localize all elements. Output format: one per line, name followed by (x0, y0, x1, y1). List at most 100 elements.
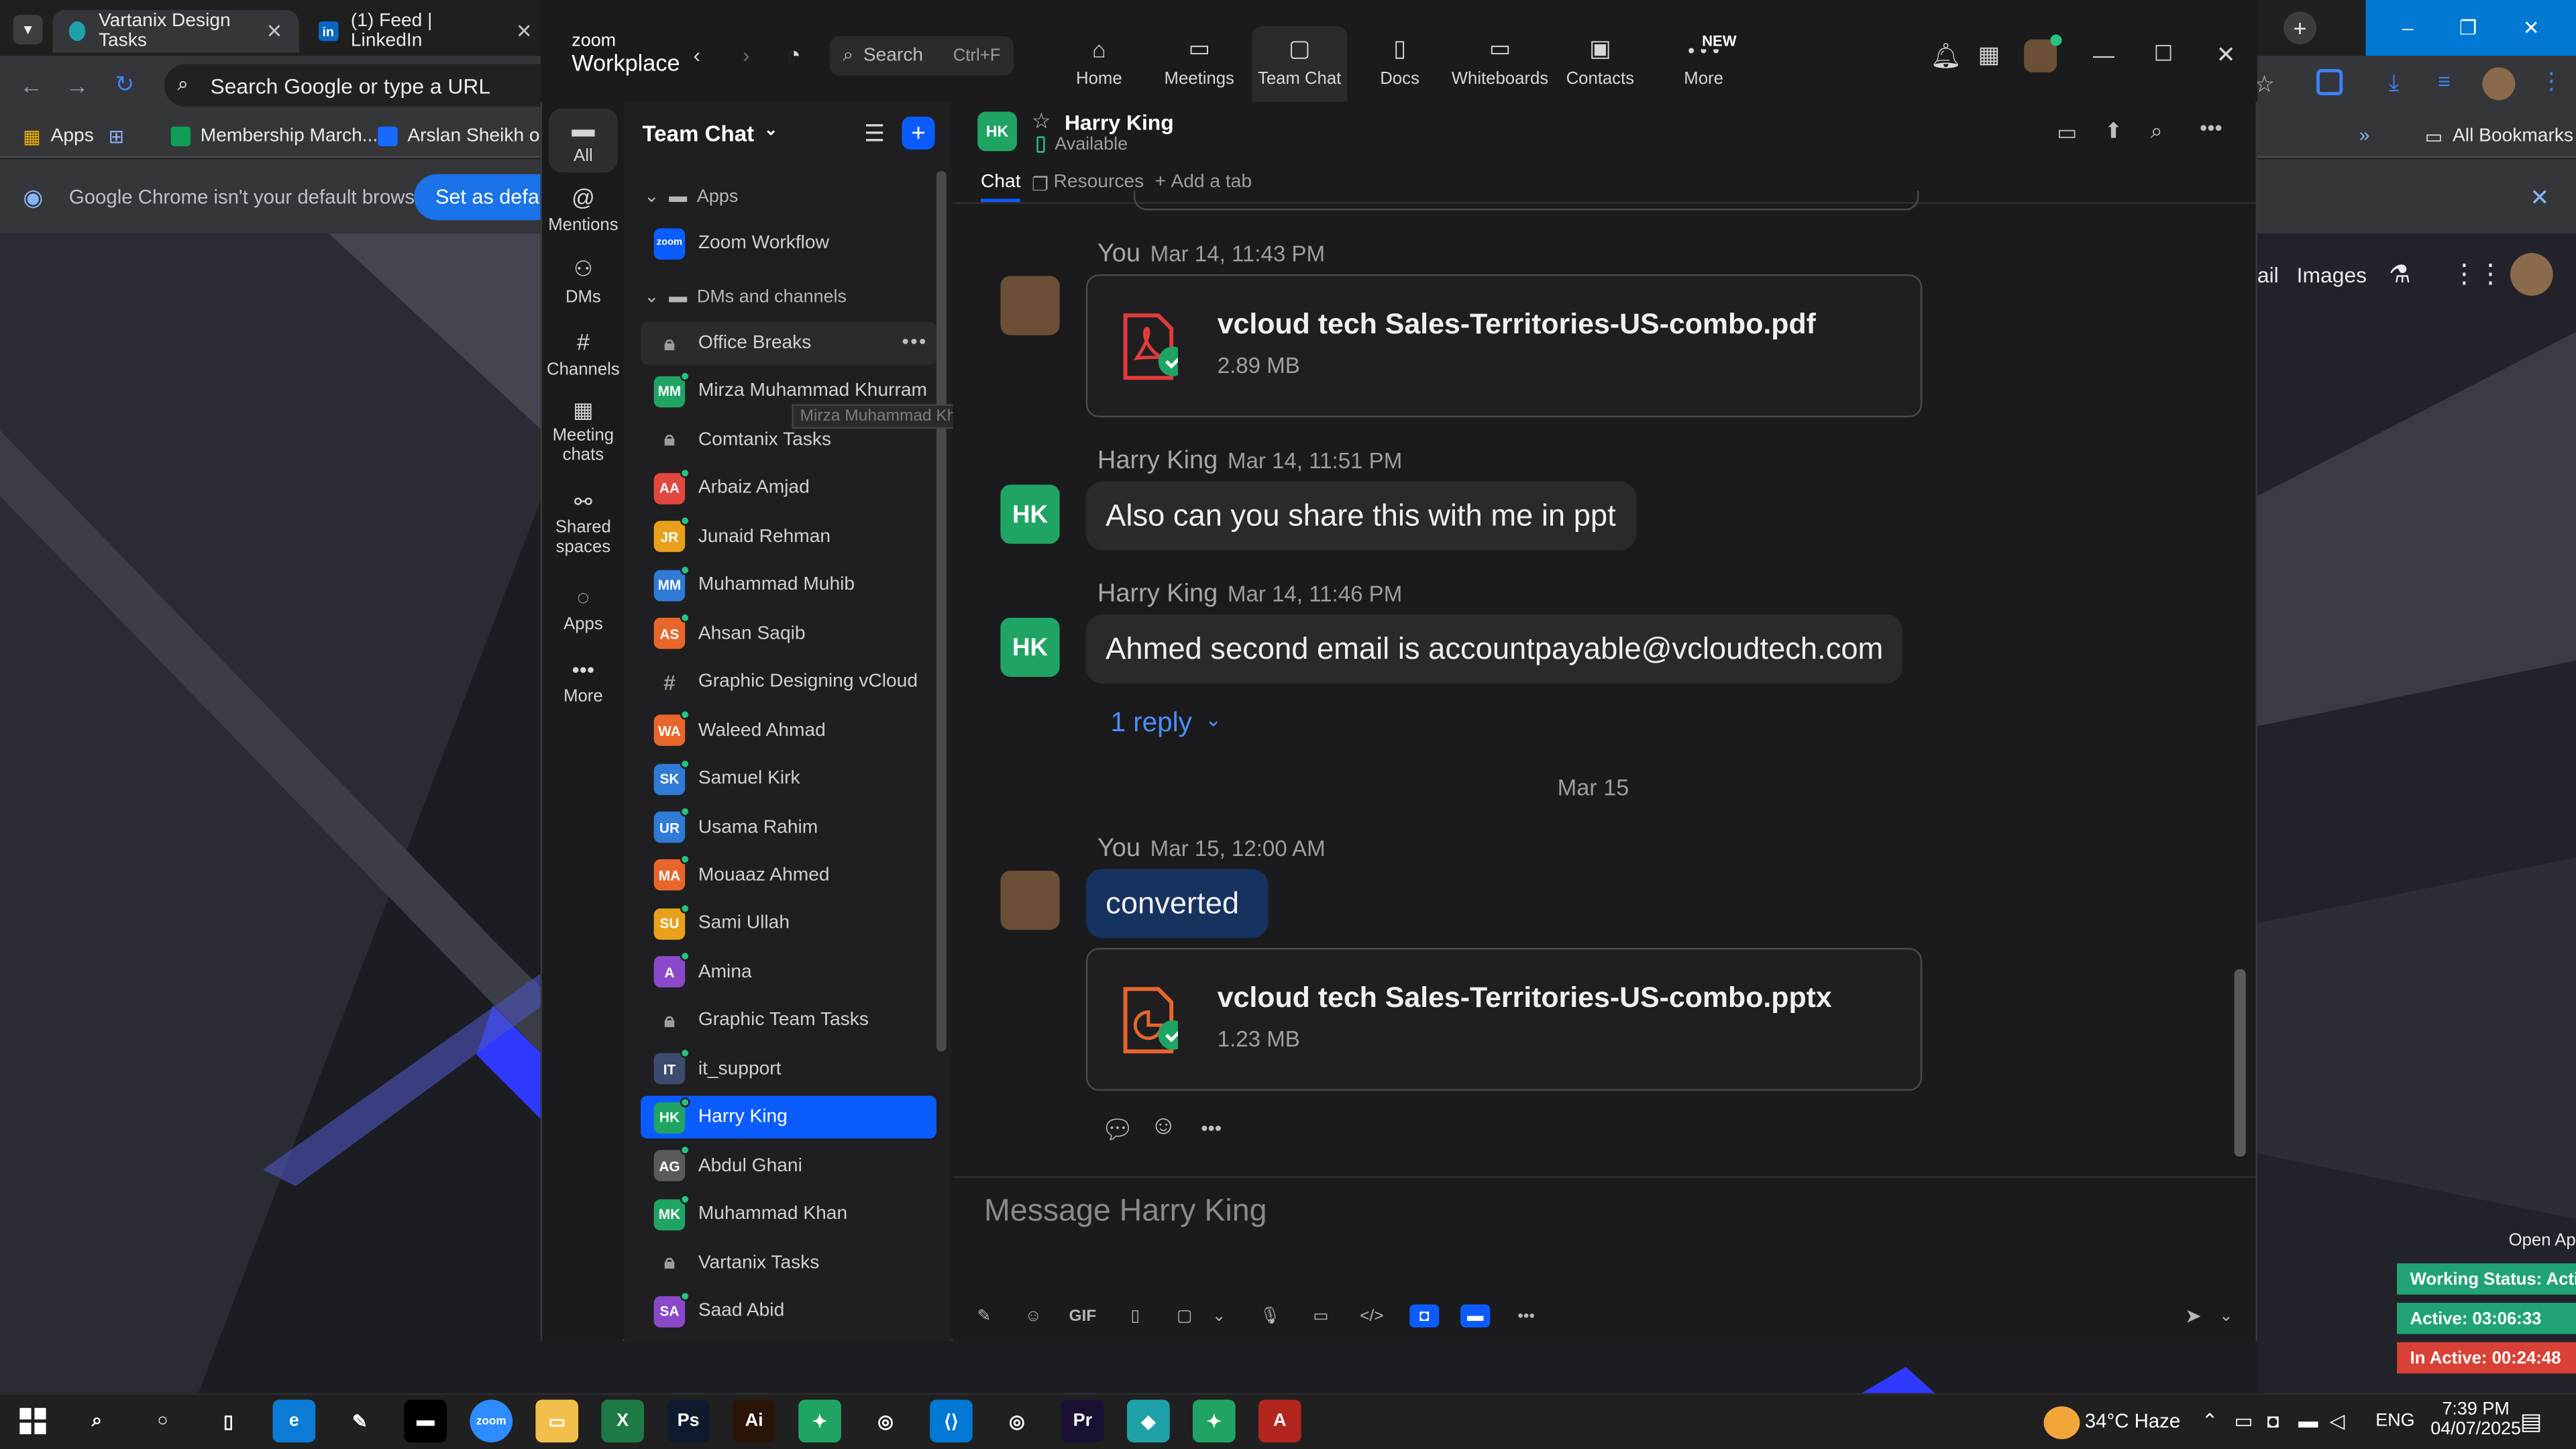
add-tab-button[interactable]: + Add a tab (1155, 172, 1252, 192)
nav-shared-spaces[interactable]: ⚯ Shared spaces (549, 491, 618, 557)
sidebar-item[interactable]: AA Arbaiz Amjad (641, 467, 936, 510)
chrome-window-controls[interactable]: – ❐ ✕ (2365, 0, 2576, 56)
minimize-icon[interactable]: — (2093, 43, 2114, 68)
message-bubble[interactable]: converted (1085, 869, 1269, 938)
more-options-icon[interactable]: ••• (1511, 1304, 1541, 1327)
microphone-icon[interactable]: 🎙︎ (1255, 1304, 1285, 1327)
terminal-icon[interactable]: ▬ (404, 1399, 447, 1443)
excel-icon[interactable]: X (601, 1399, 645, 1443)
download-icon[interactable]: ⤓ (2389, 69, 2399, 97)
all-bookmarks[interactable]: ▭ All Bookmarks (2425, 121, 2573, 151)
file-card-pdf[interactable] (1085, 274, 1923, 418)
sidebar-item[interactable]: A Amina (641, 951, 936, 994)
language-indicator[interactable]: ENG (2375, 1411, 2414, 1431)
tab-team-chat[interactable]: ▢ Team Chat (1252, 26, 1348, 102)
restore-icon[interactable]: ❐ (2459, 16, 2477, 39)
history-icon[interactable]: ◔ (787, 41, 801, 67)
sidebar-item[interactable]: JR Junaid Rehman (641, 515, 936, 558)
edge-icon[interactable]: e (272, 1399, 316, 1443)
images-link[interactable]: Images (2297, 263, 2367, 288)
illustrator-icon[interactable]: Ai (733, 1399, 775, 1443)
nav-all[interactable]: ▬ All (548, 108, 618, 173)
bookmark-membership[interactable]: Membership March... (170, 121, 378, 151)
chat-scrollbar[interactable] (2234, 969, 2246, 1157)
more-bookmarks-icon[interactable]: » (2359, 121, 2370, 151)
contact-avatar[interactable]: HK (977, 111, 1017, 152)
filter-icon[interactable]: ☰ (864, 120, 885, 148)
sidebar-item[interactable]: MK Muhammad Khan (641, 1193, 936, 1236)
chrome-profile-icon[interactable]: ◎ (996, 1399, 1038, 1443)
tray-app-icon[interactable]: ◘ (2267, 1409, 2279, 1432)
weather-label[interactable]: 34°C Haze (2085, 1409, 2180, 1432)
vscode-icon[interactable]: ⟨⟩ (930, 1399, 973, 1443)
emoji-icon[interactable]: ☺ (1018, 1304, 1048, 1327)
file-name[interactable]: vcloud tech Sales-Territories-US-combo.p… (1218, 307, 1816, 341)
photoshop-icon[interactable]: Ps (667, 1399, 710, 1443)
clock[interactable]: 7:39 PM 04/07/2025 (2426, 1400, 2525, 1440)
premiere-icon[interactable]: Pr (1061, 1399, 1104, 1443)
extension-icon[interactable] (2316, 68, 2343, 96)
media-icon[interactable]: ≡ (2438, 69, 2451, 94)
tab-search-icon[interactable]: ▾ (13, 15, 43, 45)
share-screen-icon[interactable]: ⬆︎ (2104, 118, 2123, 144)
gif-button[interactable]: GIF (1068, 1304, 1097, 1327)
bookmark-apps[interactable]: ▦ Apps (23, 121, 94, 151)
nav-meeting-chats[interactable]: ▦ Meeting chats (549, 399, 618, 465)
zoom-back-icon[interactable]: ‹ (693, 43, 700, 68)
code-snippet-icon[interactable]: </> (1357, 1304, 1387, 1327)
app-icon[interactable]: ◆ (1127, 1399, 1170, 1443)
green-app-icon[interactable]: ✦ (798, 1399, 841, 1443)
message-input[interactable]: Message Harry King (984, 1194, 1267, 1230)
profile-avatar[interactable] (2482, 67, 2516, 101)
chrome-tab-linkedin[interactable]: in (1) Feed | LinkedIn ✕ (303, 10, 549, 53)
search-icon[interactable]: ⌕ (2151, 118, 2163, 144)
close-icon[interactable]: ✕ (2530, 184, 2549, 212)
tray-chevron-icon[interactable]: ⌃ (2202, 1409, 2218, 1432)
dms-section-header[interactable]: ⌄ ▬ DMs and channels (644, 286, 847, 307)
zoom-icon[interactable]: zoom (470, 1399, 513, 1443)
windows-start-icon[interactable] (19, 1407, 46, 1434)
sidebar-item[interactable]: 🔒︎ Graphic Team Tasks (641, 1000, 936, 1042)
chrome-menu-icon[interactable]: ⋮ (2540, 67, 2563, 95)
reload-icon[interactable]: ↻ (115, 70, 134, 99)
gmail-link[interactable]: ail (2257, 263, 2279, 288)
sidebar-item[interactable]: MA Mouaaz Ahmed (641, 854, 936, 897)
network-icon[interactable]: ▬ (2298, 1409, 2318, 1432)
sidebar-item[interactable]: 🔒︎ Office Breaks (641, 322, 936, 365)
tab-chat[interactable]: Chat (981, 172, 1021, 203)
tab-meetings[interactable]: ▭ Meetings (1152, 26, 1247, 102)
chevron-down-icon[interactable]: ⌄ (2211, 1304, 2241, 1327)
meet-now-icon[interactable]: ▭ (2235, 1409, 2253, 1432)
sidebar-item[interactable]: SA Saad Abid (641, 1289, 936, 1332)
notifications-icon[interactable]: ▤ (2520, 1408, 2542, 1436)
weather-icon[interactable] (2043, 1406, 2080, 1440)
file-icon[interactable]: ▯ (1120, 1304, 1150, 1327)
notification-bell-icon[interactable]: 🔔︎ (1931, 41, 1962, 71)
tab-whiteboards[interactable]: ▭ Whiteboards (1452, 26, 1548, 102)
sidebar-item[interactable]: AS Ahsan Saqib (641, 612, 936, 655)
apps-section-header[interactable]: ⌄ ▬ Apps (644, 186, 738, 207)
zoom-forward-icon[interactable]: › (743, 43, 750, 68)
add-reaction-icon[interactable]: ☺ (1150, 1112, 1177, 1142)
message-bubble[interactable]: Ahmed second email is accountpayable@vcl… (1085, 614, 1903, 684)
bookmark-arslan[interactable]: Arslan Sheikh on B (378, 121, 568, 151)
volume-icon[interactable]: ◁ (2330, 1409, 2345, 1432)
sidebar-item[interactable]: UR Usama Rahim (641, 806, 936, 849)
task-view-icon[interactable]: ▯ (207, 1399, 250, 1443)
google-profile-avatar[interactable] (2510, 253, 2553, 296)
reply-icon[interactable]: 💬︎ (1101, 1114, 1134, 1146)
close-icon[interactable]: ✕ (516, 19, 533, 42)
green-app-icon-2[interactable]: ✦ (1192, 1399, 1236, 1443)
sidebar-item[interactable]: SU Sami Ullah (641, 902, 936, 945)
more-options-icon[interactable]: ••• (2200, 115, 2222, 140)
chrome-icon[interactable]: ◎ (864, 1399, 907, 1443)
chrome-tab-vartanix[interactable]: Vartanix Design Tasks ✕ (52, 9, 299, 53)
labs-icon[interactable]: ⚗ (2389, 260, 2411, 289)
new-chat-button[interactable]: + (902, 116, 935, 150)
nav-dms[interactable]: ⚇ DMs (549, 256, 618, 307)
nav-mentions[interactable]: @ Mentions (548, 184, 618, 235)
pen-icon[interactable]: ✎ (338, 1399, 382, 1443)
contact-name[interactable]: Harry King (1065, 110, 1174, 135)
nav-more[interactable]: ••• More (549, 657, 618, 706)
my-avatar[interactable] (2024, 34, 2062, 72)
